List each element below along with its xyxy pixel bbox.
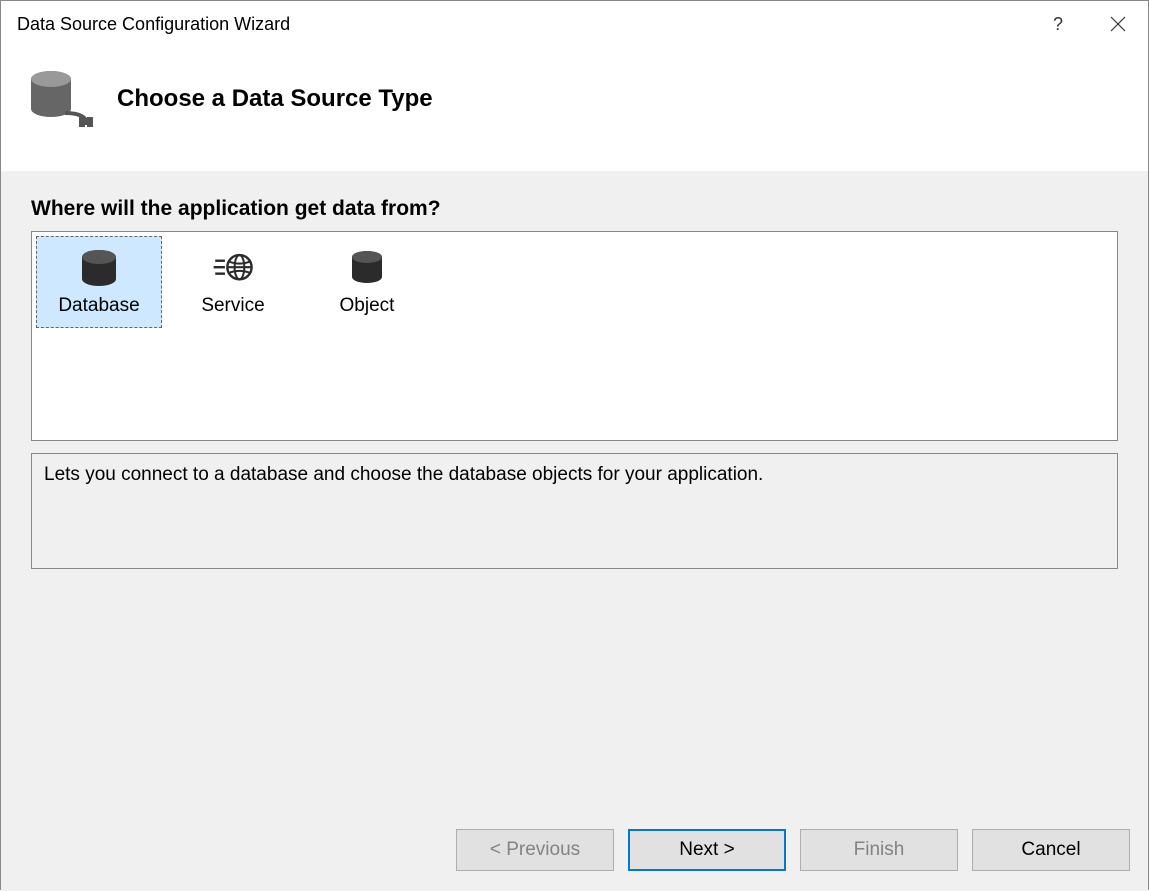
help-icon: ? bbox=[1053, 14, 1063, 35]
titlebar: Data Source Configuration Wizard ? bbox=[1, 1, 1148, 47]
datasource-options: Database Service bbox=[31, 231, 1118, 441]
database-icon bbox=[78, 247, 120, 289]
close-icon bbox=[1110, 16, 1126, 32]
option-label: Service bbox=[201, 295, 264, 317]
wizard-footer: < Previous Next > Finish Cancel bbox=[1, 811, 1148, 889]
previous-button[interactable]: < Previous bbox=[456, 829, 614, 871]
service-icon bbox=[212, 247, 254, 289]
wizard-step-title: Choose a Data Source Type bbox=[117, 85, 433, 113]
help-button[interactable]: ? bbox=[1028, 1, 1088, 47]
option-database[interactable]: Database bbox=[36, 236, 162, 328]
question-label: Where will the application get data from… bbox=[31, 197, 1118, 221]
window-title: Data Source Configuration Wizard bbox=[17, 14, 1028, 35]
option-description: Lets you connect to a database and choos… bbox=[31, 453, 1118, 569]
object-icon bbox=[346, 247, 388, 289]
cancel-button[interactable]: Cancel bbox=[972, 829, 1130, 871]
wizard-content: Where will the application get data from… bbox=[1, 171, 1148, 891]
wizard-header-icon bbox=[25, 67, 89, 131]
finish-button[interactable]: Finish bbox=[800, 829, 958, 871]
next-button[interactable]: Next > bbox=[628, 829, 786, 871]
wizard-header: Choose a Data Source Type bbox=[1, 47, 1148, 171]
option-label: Database bbox=[58, 295, 139, 317]
option-object[interactable]: Object bbox=[304, 236, 430, 328]
close-button[interactable] bbox=[1088, 1, 1148, 47]
option-label: Object bbox=[340, 295, 395, 317]
option-service[interactable]: Service bbox=[170, 236, 296, 328]
